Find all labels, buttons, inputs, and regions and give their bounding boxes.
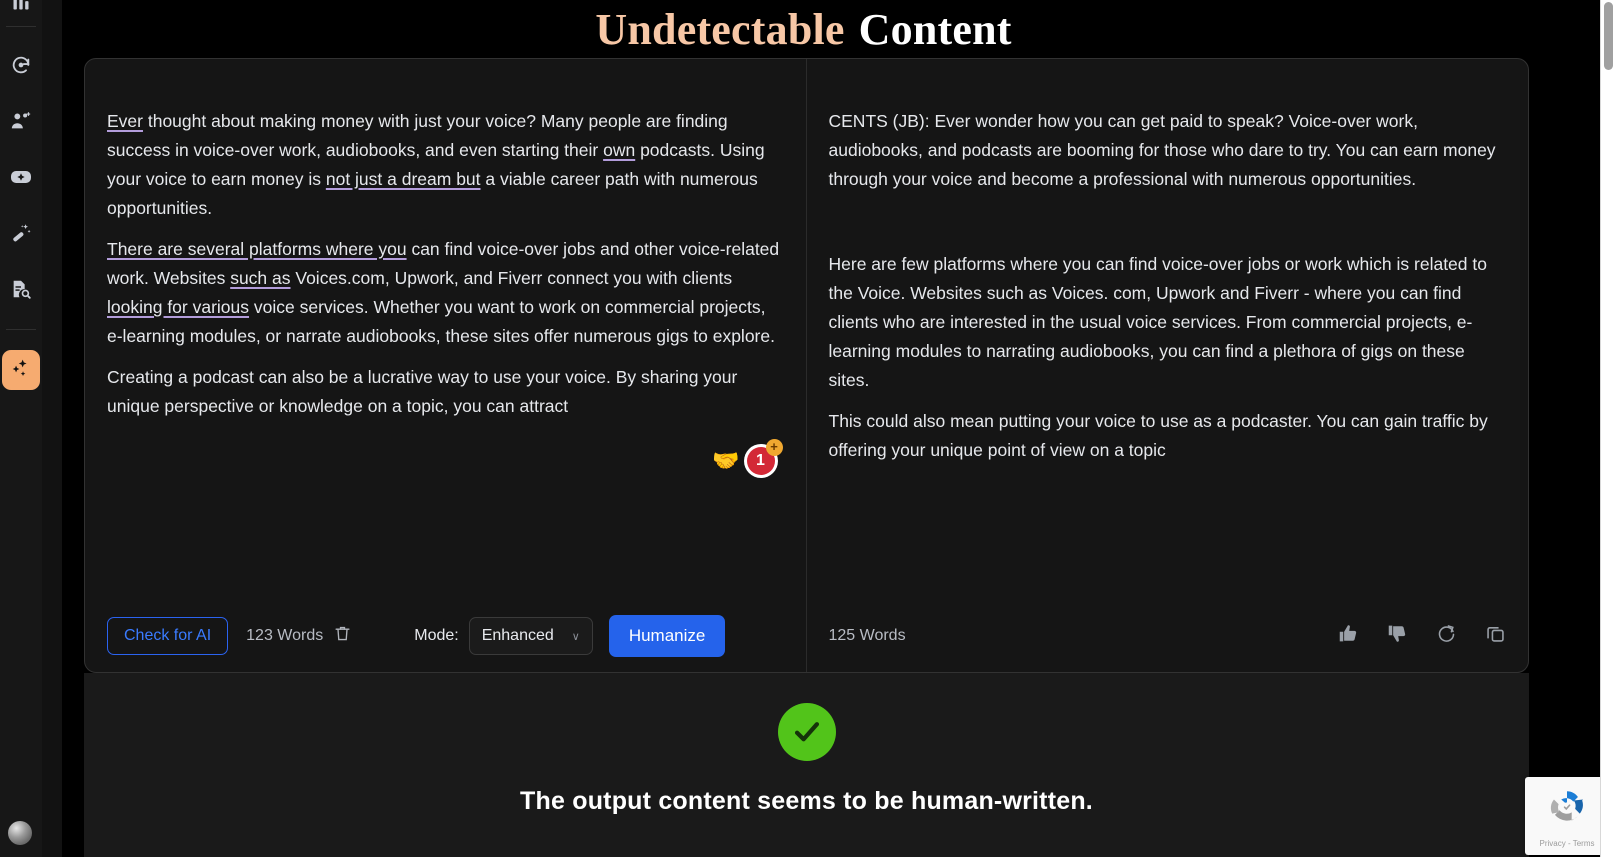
- mode-select-value: Enhanced: [481, 627, 554, 644]
- recaptcha-icon: [1546, 786, 1588, 833]
- recaptcha-legal-text[interactable]: Privacy - Terms: [1540, 839, 1595, 848]
- sidebar-item-undetectable-content[interactable]: [2, 350, 40, 390]
- detection-result-banner: The output content seems to be human-wri…: [84, 673, 1529, 857]
- humanize-button[interactable]: Humanize: [608, 615, 726, 657]
- check-for-ai-button[interactable]: Check for AI: [107, 617, 229, 655]
- sidebar-item-rewrite[interactable]: [7, 51, 35, 79]
- people-add-icon: [10, 110, 32, 132]
- sidebar-item-ai-detector[interactable]: [7, 275, 35, 303]
- content-gutter: [42, 0, 62, 857]
- thumbs-up-icon: [1338, 623, 1359, 649]
- magic-wand-icon: [10, 222, 32, 244]
- avatar[interactable]: [8, 821, 32, 845]
- thumbs-down-button[interactable]: [1387, 623, 1408, 649]
- sidebar-divider-bottom: [6, 329, 36, 330]
- page-scrollbar[interactable]: [1600, 0, 1615, 857]
- page-title: Undetectable Content: [62, 0, 1545, 58]
- sidebar-item-generate[interactable]: [7, 163, 35, 191]
- green-check-icon: [777, 703, 836, 761]
- output-paragraph: CENTS (JB): Ever wonder how you can get …: [828, 111, 1496, 189]
- copy-icon: [1485, 623, 1506, 649]
- input-paragraph: Ever thought about making money with jus…: [107, 107, 784, 223]
- mode-select[interactable]: Enhanced ∨: [468, 617, 593, 655]
- input-textarea[interactable]: Ever thought about making money with jus…: [85, 59, 806, 600]
- copy-button[interactable]: [1485, 623, 1506, 649]
- sidebar: [0, 0, 42, 857]
- handshake-emoji-icon: 🤝: [712, 448, 740, 473]
- input-text-segment: Creating a podcast can also be a lucrati…: [107, 367, 738, 416]
- bar-chart-icon: [11, 0, 31, 12]
- sidebar-item-audience[interactable]: [7, 107, 35, 135]
- trash-icon: [333, 624, 352, 648]
- ai-flagged-phrase[interactable]: not just a dream but: [326, 169, 481, 189]
- input-text-segment: Voices.com, Upwork, and Fiverr connect y…: [290, 268, 733, 288]
- input-word-count: 123 Words: [246, 627, 324, 644]
- sparkles-icon: [10, 357, 32, 384]
- sidebar-item-analytics[interactable]: [7, 0, 35, 16]
- sidebar-divider-top: [6, 26, 36, 27]
- mode-label: Mode:: [414, 627, 459, 644]
- regenerate-icon: [1436, 623, 1457, 649]
- regenerate-button[interactable]: [1436, 623, 1457, 649]
- chevron-down-icon: ∨: [571, 630, 580, 643]
- page-title-plain: Content: [858, 4, 1012, 54]
- input-overlay-widgets: 🤝 1 +: [712, 439, 783, 478]
- thumbs-up-button[interactable]: [1338, 623, 1359, 649]
- ai-flagged-phrase[interactable]: looking for various: [107, 297, 249, 317]
- page-title-accent: Undetectable: [595, 4, 845, 54]
- input-paragraph: There are several platforms where you ca…: [107, 235, 784, 351]
- output-paragraph: This could also mean putting your voice …: [828, 411, 1488, 460]
- ai-flagged-phrase[interactable]: such as: [230, 268, 290, 288]
- notification-badge[interactable]: 1 +: [743, 439, 783, 478]
- clear-text-button[interactable]: [333, 624, 352, 648]
- ai-flagged-phrase[interactable]: There are several platforms where you: [107, 239, 407, 259]
- notification-plus-icon: +: [765, 439, 783, 456]
- input-pane-footer: Check for AI 123 Words Mode: Enhanced ∨: [85, 600, 806, 672]
- ai-flagged-phrase[interactable]: own: [603, 140, 635, 160]
- sidebar-item-magic-edit[interactable]: [7, 219, 35, 247]
- detection-result-text: The output content seems to be human-wri…: [520, 787, 1093, 815]
- rotate-sync-icon: [10, 54, 32, 76]
- output-word-count: 125 Words: [828, 627, 906, 644]
- output-pane: CENTS (JB): Ever wonder how you can get …: [807, 59, 1529, 672]
- ai-flagged-phrase[interactable]: Ever: [107, 111, 143, 131]
- app-root: Undetectable Content Ever thought about …: [0, 0, 1615, 857]
- editor-card: Ever thought about making money with jus…: [84, 58, 1529, 673]
- input-pane: Ever thought about making money with jus…: [85, 59, 807, 672]
- output-actions: [1338, 623, 1506, 649]
- thumbs-down-icon: [1387, 623, 1408, 649]
- output-pane-footer: 125 Words: [807, 600, 1529, 672]
- output-paragraph: Here are few platforms where you can fin…: [828, 254, 1487, 390]
- recaptcha-badge[interactable]: Privacy - Terms: [1525, 777, 1609, 855]
- input-paragraph: Creating a podcast can also be a lucrati…: [107, 363, 784, 421]
- sparkle-box-icon: [9, 165, 33, 189]
- document-search-icon: [10, 278, 32, 300]
- page-scrollbar-thumb[interactable]: [1604, 2, 1613, 70]
- output-text[interactable]: CENTS (JB): Ever wonder how you can get …: [807, 59, 1529, 600]
